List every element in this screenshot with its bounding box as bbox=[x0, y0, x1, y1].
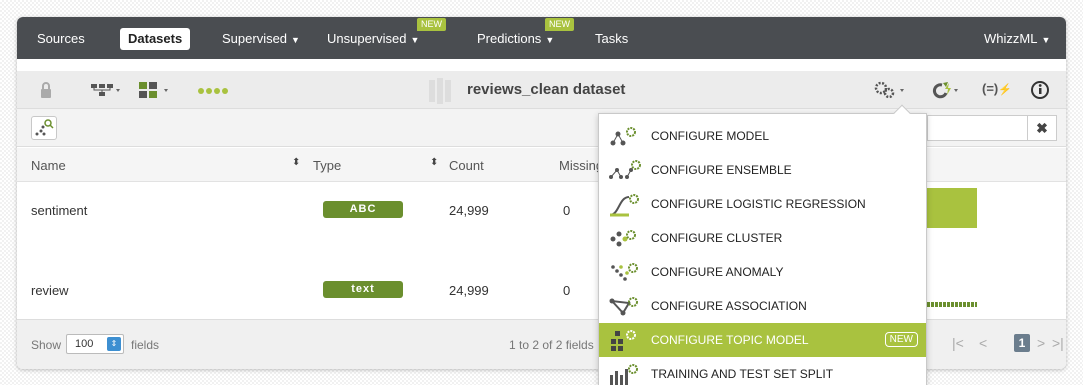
column-header-type[interactable]: Type bbox=[313, 158, 341, 173]
fields-icon[interactable] bbox=[137, 80, 171, 100]
new-badge: NEW bbox=[417, 18, 446, 31]
scatterplot-button[interactable] bbox=[31, 116, 57, 140]
dots-icon[interactable] bbox=[195, 80, 235, 100]
ensemble-icon bbox=[609, 160, 641, 179]
clear-search-button[interactable]: ✖ bbox=[1027, 115, 1057, 141]
search-input[interactable] bbox=[927, 115, 1027, 141]
chevron-down-icon: ▼ bbox=[1041, 35, 1051, 45]
menu-item-training-test-split[interactable]: TRAINING AND TEST SET SPLIT bbox=[599, 357, 926, 385]
field-count: 24,999 bbox=[449, 283, 489, 298]
menu-item-configure-cluster[interactable]: CONFIGURE CLUSTER bbox=[599, 221, 926, 255]
column-header-count[interactable]: Count bbox=[449, 158, 484, 173]
tree-icon[interactable] bbox=[89, 80, 121, 100]
first-page-icon[interactable]: |< bbox=[952, 335, 964, 351]
menu-item-configure-anomaly[interactable]: CONFIGURE ANOMALY bbox=[599, 255, 926, 289]
sort-icon[interactable]: ⬍ bbox=[430, 157, 438, 168]
menu-item-configure-topic-model[interactable]: CONFIGURE TOPIC MODEL NEW bbox=[599, 323, 926, 357]
split-icon bbox=[610, 364, 638, 385]
column-header-missing[interactable]: Missing bbox=[559, 158, 603, 173]
nav-tasks[interactable]: Tasks bbox=[595, 28, 628, 50]
word-cloud-preview bbox=[927, 302, 977, 307]
menu-item-configure-ensemble[interactable]: CONFIGURE ENSEMBLE bbox=[599, 153, 926, 187]
top-navigation: Sources Datasets Supervised ▼ NEW Unsuper… bbox=[17, 17, 1066, 59]
new-badge: NEW bbox=[545, 18, 574, 31]
chevron-down-icon: ▼ bbox=[291, 35, 300, 45]
configure-dropdown: CONFIGURE MODEL CONFIGURE ENSEMBLE CONFI… bbox=[598, 104, 927, 385]
current-page[interactable]: 1 bbox=[1014, 334, 1030, 352]
page-size-select[interactable]: 100 ⇕ bbox=[66, 334, 124, 354]
nav-supervised[interactable]: Supervised ▼ bbox=[222, 28, 300, 50]
pagination-summary: 1 to 2 of 2 fields bbox=[509, 338, 594, 352]
field-name: sentiment bbox=[31, 203, 88, 218]
lock-icon[interactable] bbox=[35, 80, 57, 100]
show-label: Show bbox=[31, 338, 62, 352]
field-missing: 0 bbox=[563, 203, 571, 218]
nav-predictions[interactable]: NEW Predictions ▼ bbox=[477, 18, 574, 50]
fields-label: fields bbox=[131, 338, 160, 352]
field-name: review bbox=[31, 283, 69, 298]
cluster-icon bbox=[610, 230, 636, 247]
field-missing: 0 bbox=[563, 283, 571, 298]
menu-item-configure-association[interactable]: CONFIGURE ASSOCIATION bbox=[599, 289, 926, 323]
nav-datasets[interactable]: Datasets bbox=[120, 28, 191, 50]
field-count: 24,999 bbox=[449, 203, 489, 218]
anomaly-icon bbox=[611, 263, 638, 281]
topic-model-icon bbox=[611, 330, 636, 351]
histogram-bar bbox=[922, 188, 977, 228]
info-icon[interactable] bbox=[1029, 80, 1051, 100]
nav-unsupervised[interactable]: NEW Unsupervised ▼ bbox=[327, 18, 446, 50]
chevron-down-icon: ▼ bbox=[410, 35, 420, 45]
dataset-title: reviews_clean dataset bbox=[467, 81, 626, 98]
gears-icon[interactable] bbox=[872, 80, 908, 100]
type-badge: text bbox=[323, 281, 403, 298]
scatterplot-icon bbox=[35, 119, 54, 136]
dataset-toolbar: reviews_clean dataset (=)⚡ bbox=[17, 71, 1066, 109]
association-icon bbox=[609, 297, 638, 316]
type-badge: ABC bbox=[323, 201, 403, 218]
page-size-value: 100 bbox=[75, 338, 94, 350]
last-page-icon[interactable]: >| bbox=[1052, 335, 1064, 351]
model-icon bbox=[610, 127, 636, 146]
lightning-icon: ⚡ bbox=[998, 84, 1012, 96]
menu-item-configure-model[interactable]: CONFIGURE MODEL bbox=[599, 119, 926, 153]
prev-page-icon[interactable]: < bbox=[979, 335, 987, 351]
dataset-icon bbox=[429, 78, 451, 104]
nav-sources[interactable]: Sources bbox=[37, 28, 85, 50]
chevron-down-icon: ▼ bbox=[545, 35, 555, 45]
refresh-icon[interactable] bbox=[927, 80, 961, 100]
logistic-icon bbox=[609, 194, 639, 217]
new-badge: NEW bbox=[884, 332, 918, 347]
sort-icon[interactable]: ⬍ bbox=[292, 157, 300, 168]
spinner-icon[interactable]: ⇕ bbox=[107, 337, 121, 351]
column-header-name[interactable]: Name bbox=[31, 158, 66, 173]
menu-item-configure-logistic-regression[interactable]: CONFIGURE LOGISTIC REGRESSION bbox=[599, 187, 926, 221]
next-page-icon[interactable]: > bbox=[1037, 335, 1045, 351]
nav-whizzml[interactable]: WhizzML ▼ bbox=[984, 28, 1050, 50]
formula-button[interactable]: (=)⚡ bbox=[982, 81, 1012, 96]
